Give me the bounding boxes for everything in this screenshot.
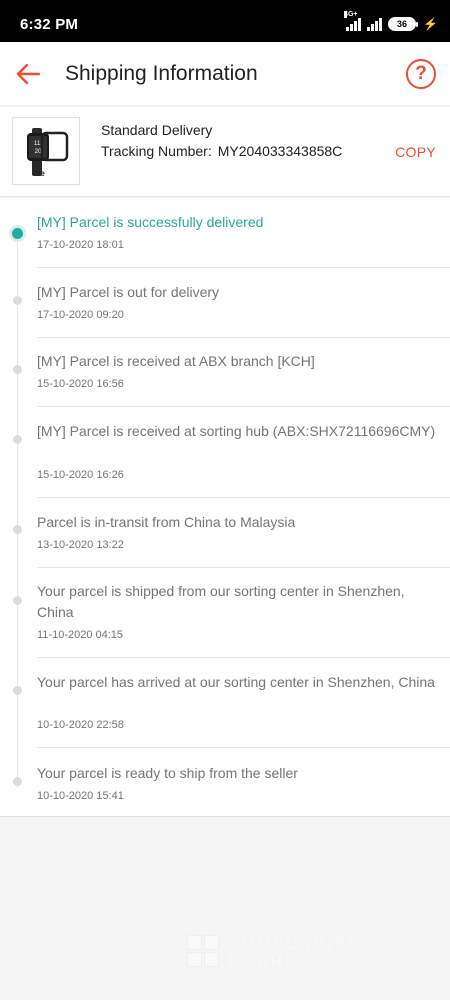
event-time: 15-10-2020 16:26 [37, 469, 124, 481]
event-time: 17-10-2020 18:01 [37, 239, 124, 251]
help-button[interactable]: ? [406, 59, 436, 89]
timeline-dot [13, 365, 22, 374]
signal-icon [367, 17, 383, 31]
back-button[interactable] [10, 56, 46, 92]
event-status: Your parcel is ready to ship from the se… [37, 765, 298, 781]
timeline-line [17, 232, 18, 788]
question-circle-icon: ? [415, 63, 427, 84]
event-status: Parcel is in-transit from China to Malay… [37, 514, 296, 530]
event-time: 15-10-2020 16:56 [37, 378, 124, 390]
timeline-dot-active [12, 228, 23, 239]
product-thumbnail[interactable]: 11: 20 lite [12, 117, 80, 185]
event-status: Your parcel is shipped from our sorting … [37, 583, 405, 620]
divider [37, 657, 450, 658]
watermark-logo-icon [187, 935, 221, 969]
delivery-card: 11: 20 lite Standard Delivery Tracking N… [0, 107, 450, 197]
event-time: 10-10-2020 22:58 [37, 719, 124, 731]
watermark-text: COMPLAINTS BOARD [227, 934, 360, 970]
event-time: 17-10-2020 09:20 [37, 309, 124, 321]
timeline-dot [13, 596, 22, 605]
timeline-dot [13, 296, 22, 305]
timeline-dot [13, 525, 22, 534]
app-header: Shipping Information ? [0, 42, 450, 106]
timeline-dot [13, 686, 22, 695]
tracking-label: Tracking Number: [101, 143, 212, 159]
battery-level: 36 [397, 19, 408, 29]
event-time: 10-10-2020 15:41 [37, 790, 124, 802]
arrow-left-icon [16, 63, 41, 85]
status-bar: 6:32 PM 4G+ 36 ⚡ [0, 0, 450, 42]
network-type-label: 4G+ [344, 11, 358, 18]
event-status: [MY] Parcel is out for delivery [37, 284, 220, 300]
tracking-row: Tracking Number: MY204033343858C [101, 143, 342, 159]
status-time: 6:32 PM [20, 16, 79, 33]
event-status: [MY] Parcel is received at ABX branch [K… [37, 353, 315, 369]
divider [37, 497, 450, 498]
event-status: Your parcel has arrived at our sorting c… [37, 674, 435, 690]
divider [37, 267, 450, 268]
divider [37, 747, 450, 748]
smartwatch-image: 11: 20 lite [27, 128, 69, 178]
timeline-dot [13, 777, 22, 786]
tracking-number: MY204033343858C [217, 143, 343, 159]
battery-icon: 36 [388, 17, 419, 31]
divider [37, 337, 450, 338]
watermark: COMPLAINTS BOARD [187, 935, 359, 969]
tracking-timeline: [MY] Parcel is successfully delivered 17… [0, 198, 450, 817]
divider [37, 567, 450, 568]
event-time: 11-10-2020 04:15 [37, 629, 124, 641]
charging-icon: ⚡ [423, 17, 438, 31]
page-title: Shipping Information [65, 62, 258, 85]
event-status: [MY] Parcel is successfully delivered [37, 214, 264, 230]
delivery-method: Standard Delivery [101, 122, 213, 138]
status-icons: 4G+ 36 ⚡ [344, 11, 438, 33]
divider [37, 406, 450, 407]
copy-button[interactable]: COPY [395, 144, 436, 160]
product-badge: lite [33, 169, 45, 178]
event-time: 13-10-2020 13:22 [37, 539, 124, 551]
signal-4g-icon: 4G+ [344, 11, 362, 31]
event-status: [MY] Parcel is received at sorting hub (… [37, 423, 436, 439]
timeline-dot [13, 435, 22, 444]
